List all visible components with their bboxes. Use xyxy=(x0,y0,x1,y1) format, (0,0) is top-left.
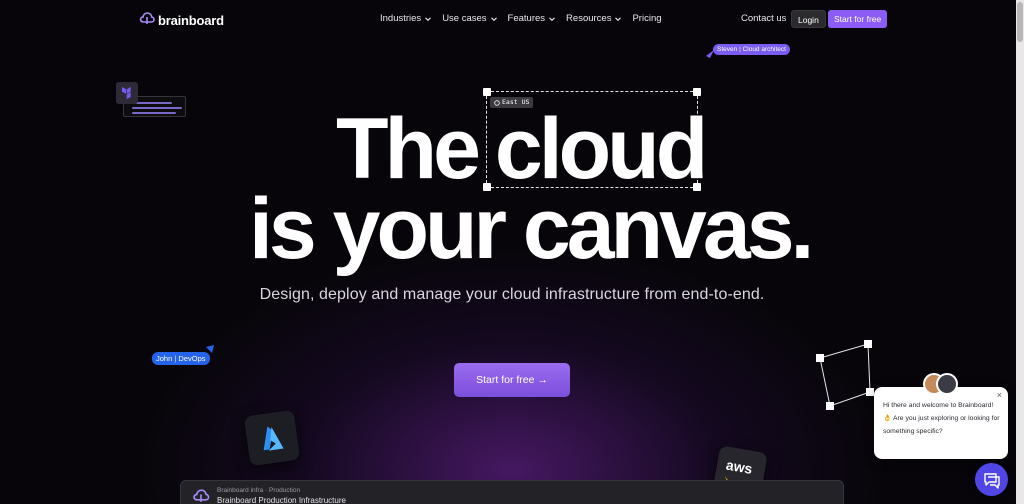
chat-message: Hi there and welcome to Brainboard! 👌 Ar… xyxy=(883,402,1000,435)
menu-item-label: Resources xyxy=(566,13,612,24)
top-nav: brainboard Industries Use cases Features… xyxy=(0,0,1016,38)
azure-icon xyxy=(263,426,284,451)
cursor-role: DevOps xyxy=(178,354,206,363)
panel-title: Brainboard Production Infrastructure xyxy=(217,496,346,504)
hero-headline-line1: The cloud xyxy=(336,106,708,192)
menu-item-label: Pricing xyxy=(632,13,662,24)
cursor-arrow-icon xyxy=(206,345,214,353)
resize-handle[interactable] xyxy=(693,88,701,96)
cursor-name: Steven xyxy=(717,46,738,53)
aws-logo-icon: aws xyxy=(724,456,754,477)
start-free-nav-button[interactable]: Start for free xyxy=(828,10,888,28)
cursor-name: John xyxy=(156,354,173,363)
cursor-role: Cloud architect xyxy=(742,46,786,53)
menu-item-label: Industries xyxy=(380,13,422,24)
chevron-down-icon xyxy=(425,16,432,21)
menu-item-pricing[interactable]: Pricing xyxy=(632,13,661,24)
menu-item-features[interactable]: Features xyxy=(508,13,557,24)
chat-bubble-icon xyxy=(984,473,1000,489)
menu-item-industries[interactable]: Industries xyxy=(380,13,432,24)
azure-tile xyxy=(243,409,301,467)
brainboard-cloud-icon xyxy=(193,489,210,502)
terraform-icon xyxy=(116,82,138,104)
infra-preview-panel[interactable]: Brainboard infra · Production Brainboard… xyxy=(180,480,844,504)
start-free-hero-button[interactable]: Start for free → xyxy=(454,363,570,397)
brand-logo[interactable]: brainboard xyxy=(139,11,224,30)
chevron-down-icon xyxy=(549,16,555,21)
menu-item-resources[interactable]: Resources xyxy=(566,13,622,24)
chevron-down-icon xyxy=(615,16,622,21)
close-icon[interactable]: × xyxy=(997,390,1002,400)
scrollbar-thumb[interactable] xyxy=(1017,2,1023,42)
menu-item-label: Use cases xyxy=(442,13,487,24)
brand-name: brainboard xyxy=(158,13,224,28)
code-line xyxy=(132,102,172,104)
hero-subtitle: Design, deploy and manage your cloud inf… xyxy=(259,286,765,303)
avatar xyxy=(936,373,958,395)
diagram-node-outline xyxy=(816,340,874,410)
resize-handle[interactable] xyxy=(483,88,491,96)
page: brainboard Industries Use cases Features… xyxy=(0,0,1016,504)
support-avatars xyxy=(923,373,959,395)
panel-breadcrumb: Brainboard infra · Production xyxy=(217,487,301,494)
page-scrollbar[interactable] xyxy=(1016,0,1024,504)
main-menu: Industries Use cases Features Resources … xyxy=(380,13,662,24)
cursor-badge-john: John | DevOps xyxy=(152,352,210,365)
chat-launcher-button[interactable] xyxy=(975,463,1008,496)
menu-item-use-cases[interactable]: Use cases xyxy=(442,13,497,24)
chevron-down-icon xyxy=(490,16,497,21)
login-button[interactable]: Login xyxy=(791,10,826,28)
code-line xyxy=(132,107,182,109)
cursor-badge-steven: Steven | Cloud architect xyxy=(713,44,790,55)
cursor-separator: | xyxy=(174,354,179,363)
cursor-separator: | xyxy=(739,46,743,53)
menu-item-label: Features xyxy=(507,13,546,24)
contact-link[interactable]: Contact us xyxy=(741,13,786,24)
code-line xyxy=(132,112,176,114)
hero-headline-line2: is your canvas. xyxy=(249,181,814,277)
brainboard-cloud-icon xyxy=(139,11,155,30)
chat-popup[interactable]: × Hi there and welcome to Brainboard! 👌 … xyxy=(874,387,1008,459)
